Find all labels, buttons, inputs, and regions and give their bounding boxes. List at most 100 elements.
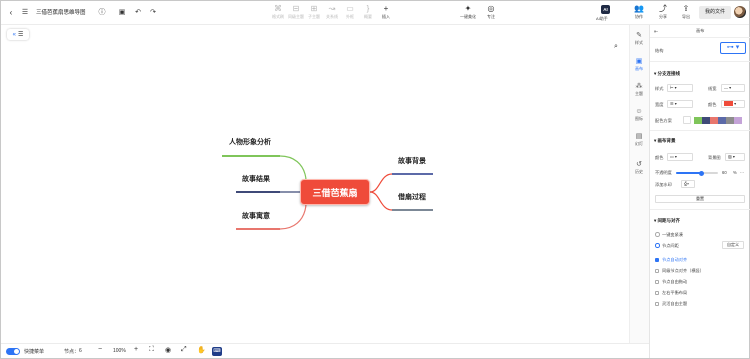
canvas-bg-section-label: 画布背景 (657, 138, 676, 143)
opacity-label: 不透明度 (655, 170, 672, 175)
strip-tab-label: 图标 (635, 116, 643, 121)
watermark-select[interactable]: ⎙▾ (681, 180, 695, 188)
linewidth-label: 线宽 (708, 86, 717, 91)
scheme-prev-button[interactable] (683, 116, 691, 124)
canvas-icon: ▣ (635, 58, 643, 65)
strip-tab-label: 主题 (635, 91, 643, 96)
strip-tab-label: 画布 (635, 66, 643, 71)
topic-borrowing-process[interactable]: 借扇过程 (398, 192, 426, 202)
color-label: 颜色 (708, 102, 717, 107)
root-topic[interactable]: 三借芭蕉扇 (300, 179, 370, 205)
line-style-select[interactable]: ⊢ ▾ (667, 84, 693, 92)
branch-color-select[interactable]: ▾ (721, 100, 745, 108)
node-spacing-radio[interactable] (655, 243, 660, 248)
opacity-slider-fill (676, 172, 702, 174)
branch-color-swatch (724, 101, 733, 107)
bottom-status-bar: 快捷菜单 节点： 6 − 100% + ⛶ ◉ ⤢ ✋ ⌨ (1, 343, 649, 358)
scheme-swatch (702, 117, 710, 124)
bg-image-select[interactable]: ▨ ▾ (725, 153, 745, 161)
strip-tab-emoji[interactable]: ☺ 图标 (629, 107, 649, 121)
scheme-swatch (726, 117, 734, 124)
emoji-icon: ☺ (635, 108, 643, 115)
strip-tab-theme[interactable]: ⁂ 主题 (629, 82, 649, 96)
fit-screen-icon[interactable]: ⛶ (149, 346, 154, 354)
topic-story-moral[interactable]: 故事寓意 (242, 211, 270, 221)
option-label: 灵活自由主题 (662, 301, 688, 306)
scheme-swatch (718, 117, 726, 124)
auto-spacing-label: 一键变紧凑 (662, 232, 683, 237)
zoom-in-icon[interactable]: + (134, 346, 138, 353)
panel-pin-icon[interactable]: ⇤ (654, 29, 658, 35)
right-icon-strip (629, 25, 649, 343)
option-label: 节点自由拖动 (662, 279, 688, 284)
layout-section-label: 间距与对齐 (657, 218, 681, 223)
strip-tab-history[interactable]: ↺ 历史 (629, 160, 649, 174)
opacity-more-icon[interactable]: ⋯ (740, 170, 744, 175)
divider (650, 130, 750, 131)
divider (650, 37, 750, 38)
divider (650, 209, 750, 210)
add-watermark-label: 添加水印 (655, 182, 672, 187)
node-count-value: 6 (79, 348, 82, 354)
option-label: 左右平衡布局 (662, 290, 688, 295)
slides-icon: ▤ (635, 133, 643, 140)
strip-tab-label: 历史 (635, 169, 643, 174)
strip-tab-style[interactable]: ✎ 样式 (629, 31, 649, 45)
node-spacing-label: 节点间距 (662, 243, 679, 248)
opacity-unit: % (733, 170, 737, 175)
panel-title: 画布 (696, 28, 705, 33)
divider (650, 61, 750, 62)
option-checkbox[interactable] (655, 290, 659, 295)
style-icon: ✎ (636, 32, 642, 39)
topic-character-analysis[interactable]: 人物形象分析 (229, 137, 271, 147)
option-checkbox[interactable] (655, 257, 659, 262)
strip-tab-label: 样式 (635, 40, 643, 45)
node-count-label: 节点： (64, 349, 80, 355)
reset-button[interactable]: 重置 (655, 195, 745, 203)
strip-tab-canvas[interactable]: ▣ 画布 (629, 57, 649, 71)
structure-select[interactable]: ⊶ ▾ (720, 42, 746, 54)
structure-label: 结构 (655, 48, 664, 53)
scheme-swatch (710, 117, 718, 124)
branch-section-label: 分支连接线 (657, 71, 681, 76)
keyboard-icon[interactable]: ⌨ (212, 347, 222, 356)
bg-color-label: 颜色 (655, 155, 664, 160)
history-icon: ↺ (636, 161, 642, 168)
option-label: 同级节点对齐（横竖） (662, 268, 704, 273)
opacity-value[interactable]: 60 (722, 170, 727, 175)
branch-section-title[interactable]: ▾ 分支连接线 (654, 71, 680, 77)
topic-story-background[interactable]: 故事背景 (398, 156, 426, 166)
connector-right-1 (369, 173, 393, 193)
option-label: 节点自动对齐 (662, 257, 688, 262)
quick-menu-label: 快捷菜单 (24, 349, 45, 355)
topic-story-result[interactable]: 故事结果 (242, 174, 270, 184)
option-checkbox[interactable] (655, 268, 659, 273)
style-label: 样式 (655, 86, 664, 91)
color-scheme-label: 配色方案 (655, 118, 672, 123)
option-checkbox[interactable] (655, 301, 659, 306)
opacity-slider-knob[interactable] (698, 170, 704, 176)
auto-spacing-radio[interactable] (655, 232, 660, 237)
canvas-bg-section-title[interactable]: ▾ 画布背景 (654, 138, 676, 144)
connector-right-2 (369, 191, 393, 211)
theme-icon: ⁂ (635, 83, 643, 90)
zoom-level[interactable]: 100% (113, 348, 126, 354)
properties-panel: ⇤ 画布 结构 ⊶ ▾ ▾ 分支连接线 样式 ⊢ ▾ 线宽 — ▾ 宽度 ☰ ▾… (649, 25, 750, 358)
zoom-out-icon[interactable]: − (98, 346, 102, 353)
strip-tab-label: 幻灯 (635, 141, 643, 146)
linewidth-select[interactable]: — ▾ (721, 84, 745, 92)
width-label: 宽度 (655, 102, 664, 107)
locate-icon[interactable]: ◉ (165, 346, 171, 354)
hand-icon[interactable]: ✋ (197, 346, 206, 354)
bg-image-label: 背景图 (708, 155, 721, 160)
strip-tab-slides[interactable]: ▤ 幻灯 (629, 132, 649, 146)
custom-spacing-button[interactable]: 自定义 (722, 241, 744, 249)
scheme-swatch (694, 117, 702, 124)
option-checkbox[interactable] (655, 279, 659, 284)
scheme-swatch (734, 117, 742, 124)
width-select[interactable]: ☰ ▾ (667, 100, 693, 108)
quick-menu-toggle[interactable] (6, 348, 20, 355)
layout-section-title[interactable]: ▾ 间距与对齐 (654, 218, 680, 224)
bg-color-select[interactable]: ▭ ▾ (667, 153, 693, 161)
fullscreen-icon[interactable]: ⤢ (181, 346, 187, 354)
